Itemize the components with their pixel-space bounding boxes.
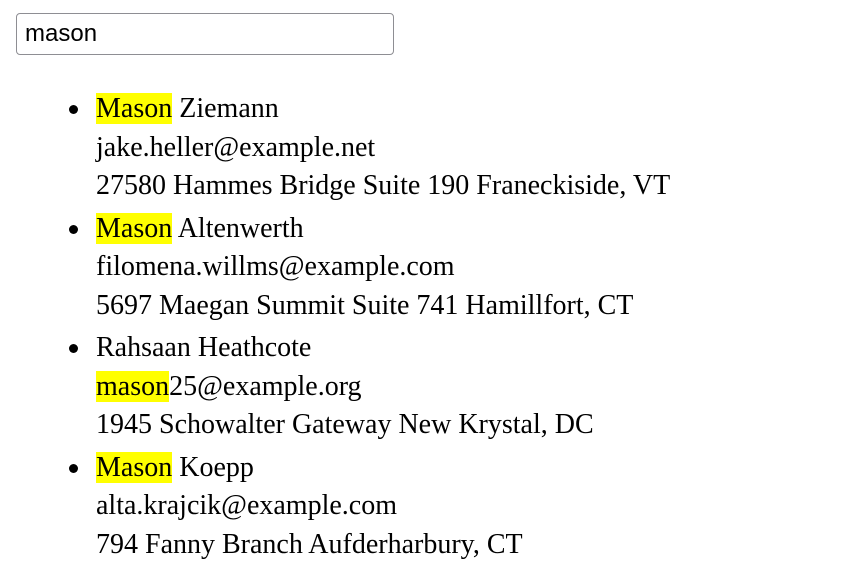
contact-address: 5697 Maegan Summit Suite 741 Hamillfort,… [96,289,634,321]
results-list: Mason Ziemann jake.heller@example.net 27… [69,90,836,566]
list-item: Mason Altenwerth filomena.willms@example… [69,210,836,326]
list-item: Mason Ziemann jake.heller@example.net 27… [69,90,836,206]
contact-email: jake.heller@example.net [96,131,376,163]
contact-address: 1945 Schowalter Gateway New Krystal, DC [96,409,594,440]
bullet-icon [69,105,78,114]
contact-name: Mason Ziemann [96,93,279,124]
list-item: Mason Koepp alta.krajcik@example.com 794… [69,449,836,565]
contact-address: 27580 Hammes Bridge Suite 190 Franeckisi… [96,170,671,201]
search-input[interactable] [16,13,394,55]
match-highlight: mason [96,370,170,402]
match-highlight: Mason [96,93,173,124]
contact-name: Rahsaan Heathcote [96,332,312,363]
bullet-icon [69,344,78,353]
match-highlight: Mason [96,451,173,483]
contact-email: alta.krajcik@example.com [96,490,397,521]
bullet-icon [69,463,78,473]
contact-address: 794 Fanny Branch Aufderharbury, CT [96,528,523,560]
list-item: Rahsaan Heathcote mason25@example.org 19… [69,329,836,445]
match-highlight: Mason [96,212,173,244]
contact-email: mason25@example.org [96,370,362,402]
contact-name: Mason Koepp [96,451,254,483]
contact-email: filomena.willms@example.com [96,251,455,282]
contact-name: Mason Altenwerth [96,212,304,244]
bullet-icon [69,224,78,234]
